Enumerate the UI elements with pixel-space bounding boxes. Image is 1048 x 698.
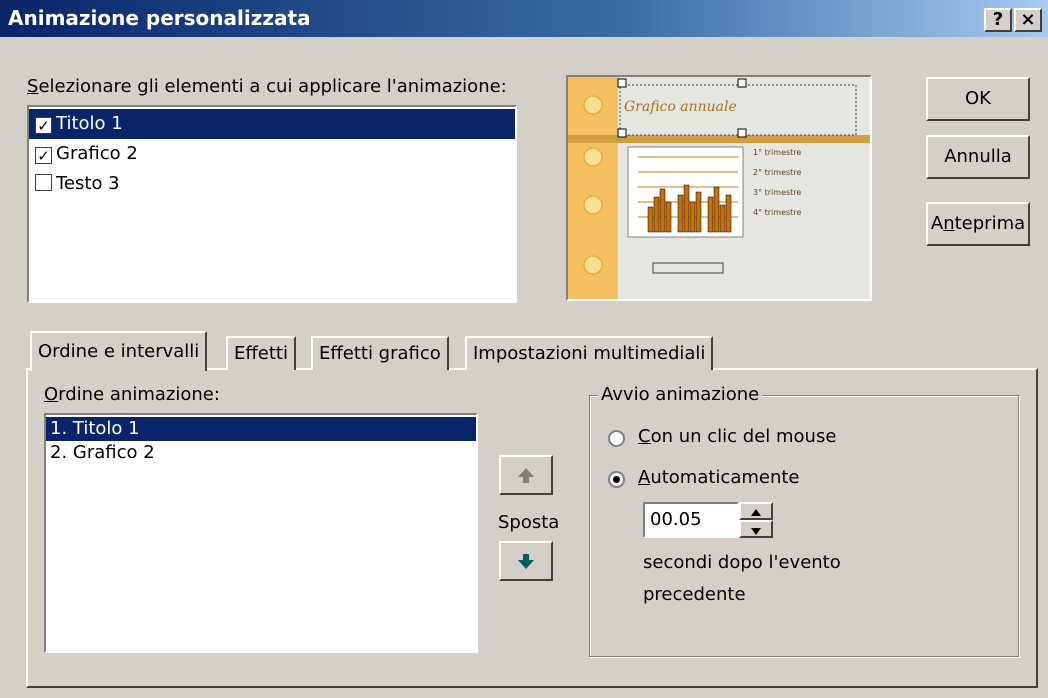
tab-effects[interactable]: Effetti [226, 336, 296, 370]
order-label: Ordine animazione: [44, 384, 220, 405]
radio-automatic[interactable] [608, 471, 625, 488]
delay-note-line2: precedente [643, 584, 746, 605]
delay-note-line1: secondi dopo l'evento [643, 552, 841, 573]
spin-down-button[interactable] [739, 520, 773, 538]
list-item[interactable]: ✓ Grafico 2 [29, 139, 515, 169]
checkbox[interactable]: ✓ [35, 117, 52, 134]
list-item[interactable]: 1. Titolo 1 [46, 417, 476, 441]
tab-chart-effects[interactable]: Effetti grafico [311, 336, 449, 370]
checkbox[interactable]: ✓ [35, 147, 52, 164]
radio-selected-dot [613, 476, 620, 483]
move-up-button[interactable] [499, 455, 553, 495]
elements-list[interactable]: ✓ Titolo 1 ✓ Grafico 2 Testo 3 [27, 105, 517, 303]
spin-down-icon [751, 528, 761, 535]
move-label: Sposta [498, 512, 560, 533]
radio-mouse-click[interactable] [608, 430, 625, 447]
elements-label: Selezionare gli elementi a cui applicare… [27, 76, 507, 97]
move-down-button[interactable] [499, 541, 553, 581]
preview-button[interactable]: Anteprima [926, 202, 1030, 246]
slide-thumbnail: Grafico annuale 1° trimestre 2° trimestr… [568, 77, 870, 299]
arrow-down-icon [518, 554, 534, 569]
list-item[interactable]: 2. Grafico 2 [46, 441, 476, 465]
spin-up-icon [751, 509, 761, 516]
cancel-button[interactable]: Annulla [926, 135, 1030, 179]
svg-text:3° trimestre: 3° trimestre [753, 188, 801, 197]
tab-order-timing[interactable]: Ordine e intervalli [30, 331, 208, 371]
slide-title: Grafico annuale [624, 99, 737, 115]
svg-text:4° trimestre: 4° trimestre [753, 208, 801, 217]
ok-button[interactable]: OK [926, 77, 1030, 121]
arrow-up-icon [518, 468, 534, 483]
checkbox[interactable] [35, 174, 52, 191]
tab-multimedia-settings[interactable]: Impostazioni multimediali [465, 336, 714, 370]
spin-up-button[interactable] [739, 502, 773, 520]
radio-automatic-label[interactable]: Automaticamente [638, 467, 800, 488]
delay-input[interactable]: 00.05 [643, 502, 739, 538]
close-button[interactable]: × [1014, 8, 1042, 32]
slide-preview: Grafico annuale 1° trimestre 2° trimestr… [566, 75, 872, 301]
start-group-legend: Avvio animazione [598, 384, 763, 405]
list-item[interactable]: Testo 3 [29, 169, 515, 199]
window-title: Animazione personalizzata [8, 6, 311, 30]
list-item[interactable]: ✓ Titolo 1 [29, 109, 515, 139]
order-list[interactable]: 1. Titolo 1 2. Grafico 2 [44, 413, 478, 653]
svg-text:2° trimestre: 2° trimestre [753, 168, 801, 177]
help-button[interactable]: ? [984, 8, 1012, 32]
svg-text:1° trimestre: 1° trimestre [753, 148, 801, 157]
radio-mouse-click-label[interactable]: Con un clic del mouse [638, 426, 836, 447]
